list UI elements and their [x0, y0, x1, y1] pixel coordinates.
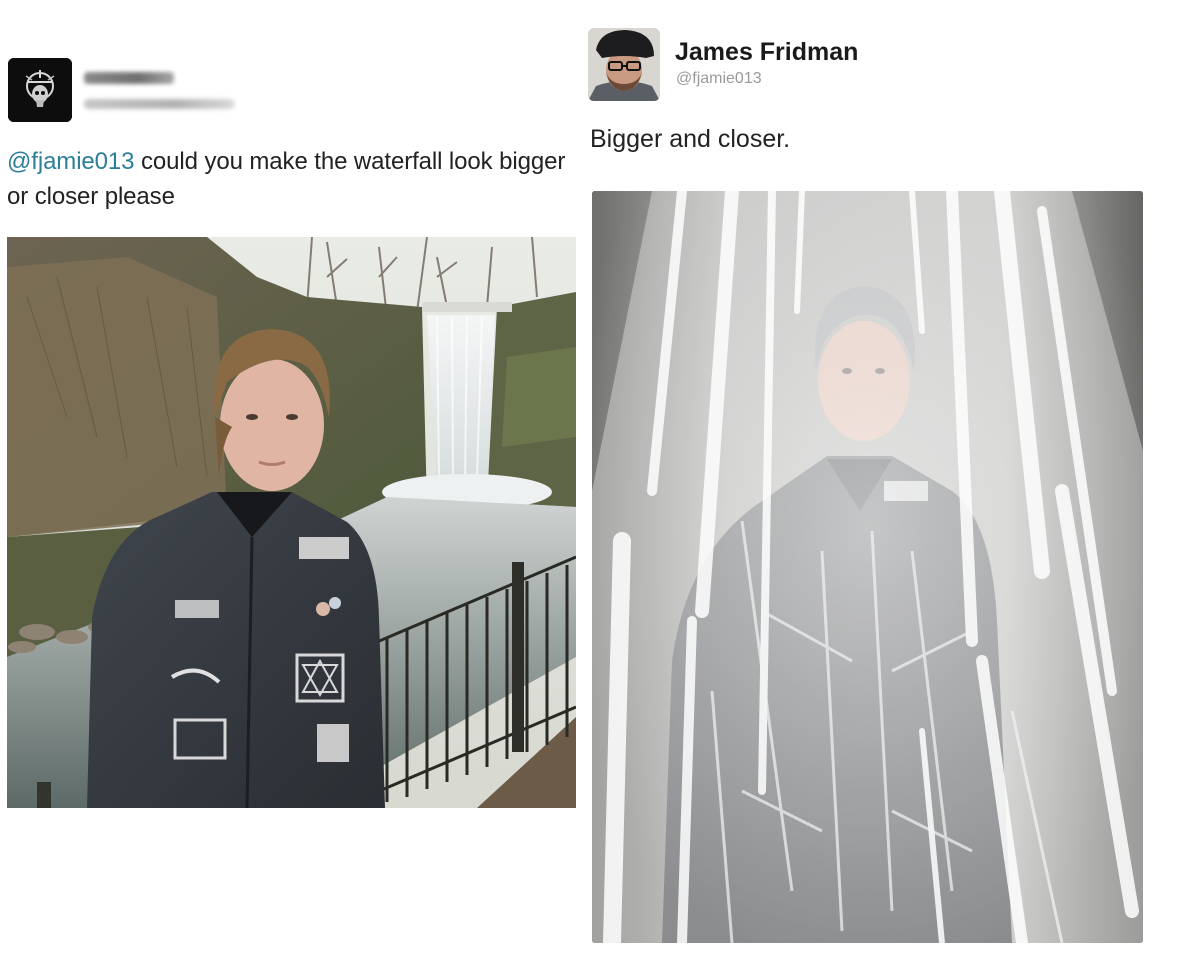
mention-link[interactable]: @fjamie013	[7, 148, 135, 175]
waterfall-portrait-photo[interactable]	[7, 237, 576, 808]
author-avatar[interactable]	[588, 28, 660, 101]
author-name[interactable]: James Fridman	[675, 38, 858, 67]
reply-text: Bigger and closer.	[590, 125, 791, 153]
tweet-text: @fjamie013 could you make the waterfall …	[7, 144, 587, 214]
beanie-glasses-avatar	[588, 28, 660, 101]
skull-emblem-icon	[8, 58, 72, 122]
author-handle[interactable]: @fjamie013	[676, 70, 762, 88]
original-tweet: @fjamie013 could you make the waterfall …	[0, 0, 590, 970]
blurred-handle	[84, 99, 234, 109]
under-waterfall-photo[interactable]	[592, 191, 1143, 943]
blurred-username	[84, 72, 174, 84]
photo-illustration-edited	[592, 191, 1143, 943]
reply-tweet: James Fridman @fjamie013 Bigger and clos…	[588, 0, 1200, 970]
photo-illustration	[7, 237, 576, 808]
user-avatar[interactable]	[8, 58, 72, 122]
